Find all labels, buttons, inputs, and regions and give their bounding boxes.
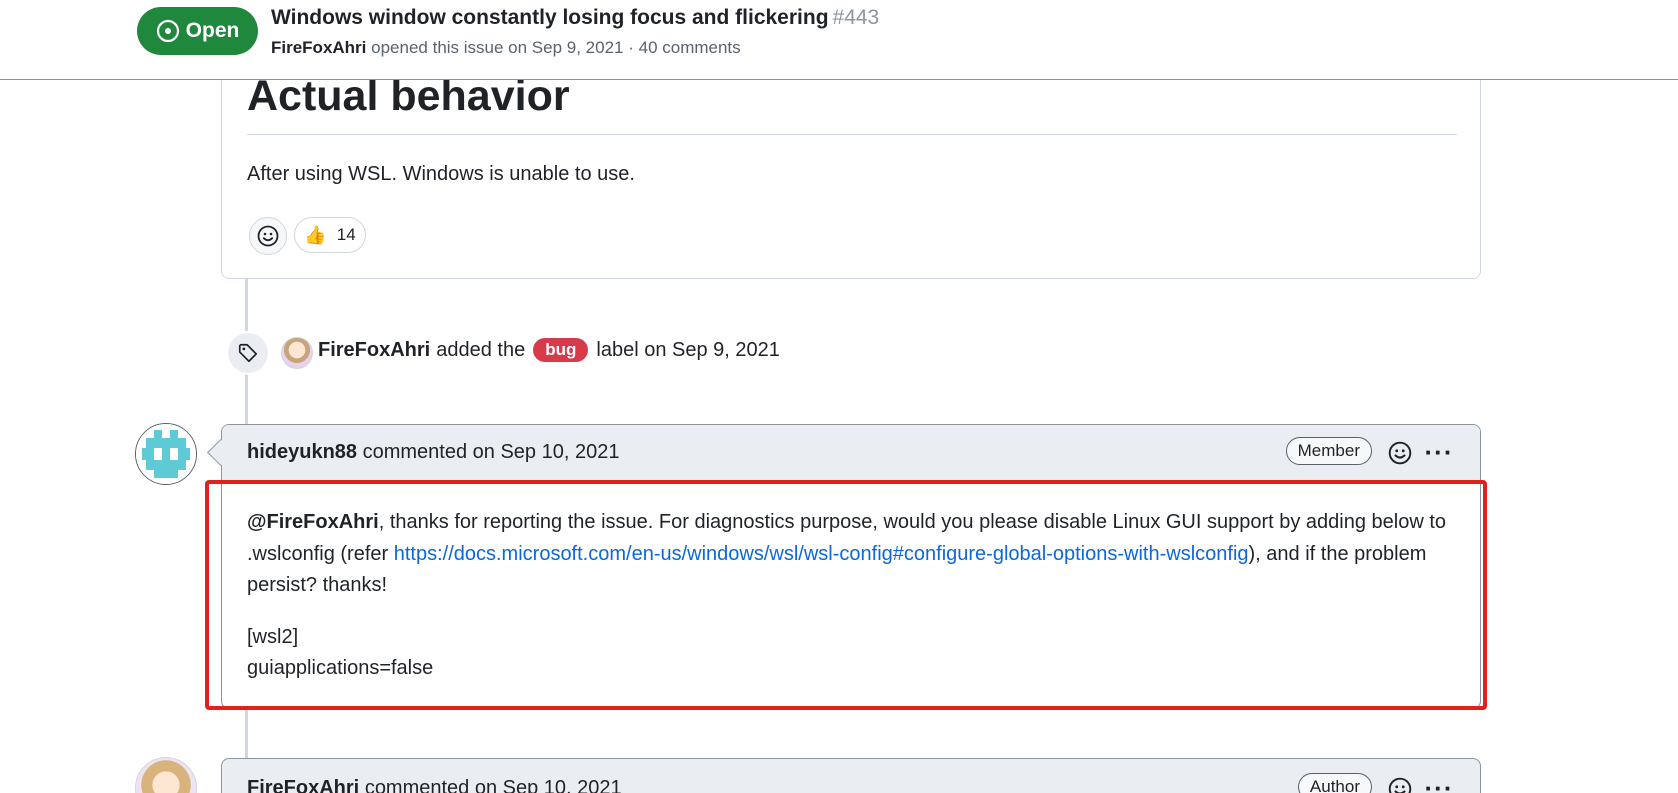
sticky-issue-header: Open Windows window constantly losing fo… [0, 0, 1678, 80]
comment-author-link[interactable]: FireFoxAhri [247, 777, 359, 793]
smiley-icon [1388, 441, 1412, 465]
comment-card: hideyukn88 commented on Sep 10, 2021 Mem… [207, 424, 1481, 709]
avatar[interactable] [281, 337, 313, 369]
author-role-badge: Author [1297, 773, 1372, 793]
add-reaction-button[interactable] [1386, 439, 1414, 467]
issue-opened-icon [156, 19, 179, 43]
issue-meta-text: opened this issue on Sep 9, 2021 · 40 co… [371, 38, 741, 57]
issue-page: Open Windows window constantly losing fo… [0, 0, 1678, 793]
comment-header: hideyukn88 commented on Sep 10, 2021 Mem… [207, 425, 1480, 481]
issue-meta: FireFoxAhri opened this issue on Sep 9, … [271, 38, 741, 58]
issue-author-link[interactable]: FireFoxAhri [271, 38, 366, 57]
comment-timestamp[interactable]: commented on Sep 10, 2021 [365, 777, 622, 793]
kebab-horizontal-icon[interactable]: ··· [1424, 773, 1454, 793]
comment-timestamp[interactable]: commented on Sep 10, 2021 [363, 441, 620, 463]
label-event-badge [226, 331, 270, 375]
event-text-before: added the [436, 338, 526, 361]
add-reaction-button[interactable] [1386, 775, 1414, 793]
label-event-text: FireFoxAhri added the bug label on Sep 9… [318, 338, 780, 362]
member-role-badge: Member [1285, 437, 1372, 465]
kebab-horizontal-icon[interactable]: ··· [1424, 437, 1454, 467]
event-text-after: label on Sep 9, 2021 [596, 338, 780, 361]
issue-number: #443 [832, 6, 880, 29]
reaction-count: 14 [336, 225, 356, 244]
avatar[interactable] [135, 757, 197, 793]
issue-title-text: Windows window constantly losing focus a… [271, 6, 829, 29]
comment-body: @FireFoxAhri, thanks for reporting the i… [247, 507, 1457, 685]
issue-body-comment: Actual behavior After using WSL. Windows… [221, 60, 1481, 279]
issue-title[interactable]: Windows window constantly losing focus a… [271, 6, 879, 30]
add-reaction-button[interactable] [249, 217, 287, 255]
config-line: guiapplications=false [247, 657, 434, 679]
comment-author-link[interactable]: hideyukn88 [247, 441, 357, 463]
config-line: [wsl2] [247, 625, 299, 648]
thumbs-up-icon: 👍 [304, 224, 327, 245]
thumbs-up-reaction[interactable]: 👍 14 [294, 217, 366, 253]
comment-author-line: FireFoxAhri commented on Sep 10, 2021 [247, 777, 622, 793]
smiley-icon [1388, 777, 1412, 793]
comment-body-text: After using WSL. Windows is unable to us… [247, 163, 635, 185]
avatar[interactable] [135, 423, 197, 485]
tag-icon [238, 343, 258, 363]
smiley-icon [257, 225, 279, 247]
comment-author-line: hideyukn88 commented on Sep 10, 2021 [247, 441, 619, 464]
comment-paragraph: @FireFoxAhri, thanks for reporting the i… [247, 507, 1457, 602]
issue-state-badge: Open [137, 7, 258, 55]
issue-state-label: Open [185, 19, 240, 42]
identicon-avatar [136, 424, 196, 484]
event-actor-link[interactable]: FireFoxAhri [318, 339, 430, 362]
user-mention-link[interactable]: @FireFoxAhri [247, 511, 379, 533]
comment-pointer [207, 439, 234, 466]
bug-label[interactable]: bug [533, 338, 589, 362]
heading-divider [247, 134, 1457, 135]
docs-link[interactable]: https://docs.microsoft.com/en-us/windows… [394, 543, 1249, 565]
comment-card: FireFoxAhri commented on Sep 10, 2021 Au… [221, 758, 1481, 793]
